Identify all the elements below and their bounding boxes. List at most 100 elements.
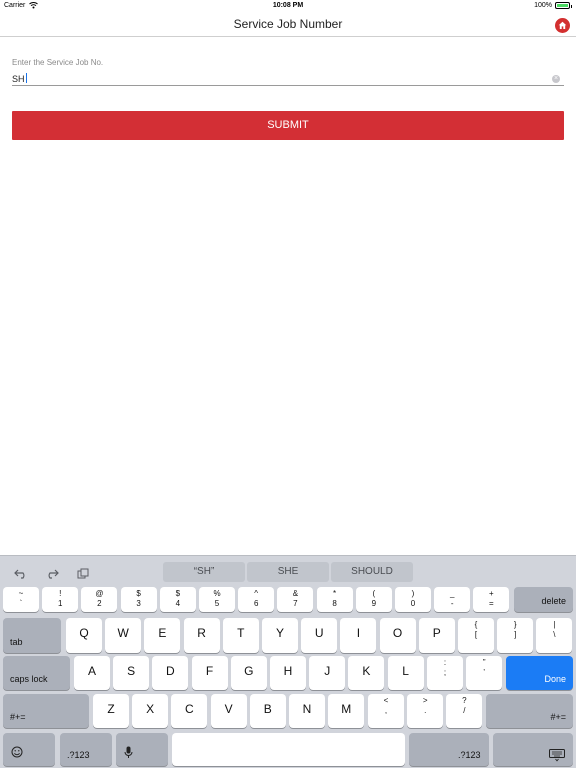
key-top-label: ! [59, 589, 62, 598]
key-top-label: ( [372, 589, 376, 598]
key-p[interactable]: P [418, 618, 455, 653]
key-x[interactable]: X [132, 694, 169, 728]
emoji-key[interactable] [3, 733, 55, 766]
key-num-4[interactable]: $4 [159, 587, 196, 612]
key-bracket-0[interactable]: {[ [458, 618, 494, 653]
key-bot-label: 8 [332, 599, 337, 608]
key-top-label: ^ [254, 589, 259, 598]
symbols-shift-right-label: #+= [550, 712, 566, 722]
key-bot-label: 1 [57, 599, 63, 608]
key-r[interactable]: R [183, 618, 220, 653]
key-n[interactable]: N [289, 694, 325, 728]
key-d[interactable]: D [152, 656, 189, 690]
hide-keyboard-key[interactable] [493, 733, 573, 766]
clear-icon[interactable]: × [552, 75, 560, 83]
battery-percent: 100% [534, 2, 552, 9]
key-num-1[interactable]: ! 1 [42, 587, 79, 612]
key-sym-1[interactable]: >. [407, 694, 444, 728]
symbols-shift-left-key[interactable]: #+= [3, 694, 89, 728]
key-t[interactable]: T [222, 618, 259, 653]
key-label: U [314, 626, 324, 640]
key-f[interactable]: F [191, 656, 228, 690]
key-bot-label: 4 [175, 599, 181, 608]
job-number-input[interactable]: SH × [12, 71, 564, 86]
key-a[interactable]: A [74, 656, 110, 690]
key-num-10[interactable]: ) 0 [395, 587, 431, 612]
key-l[interactable]: L [387, 656, 424, 690]
submit-button[interactable]: SUBMIT [12, 111, 564, 140]
key-sym-2[interactable]: ? / [446, 694, 483, 728]
key-top-label: : [443, 658, 447, 667]
key-num-0[interactable]: ~ ` [3, 587, 39, 612]
key-label: R [197, 626, 206, 640]
paste-icon[interactable] [77, 568, 89, 582]
key-w[interactable]: W [105, 618, 142, 653]
key-z[interactable]: Z [93, 694, 129, 728]
key-k[interactable]: K [348, 656, 385, 690]
home-button[interactable] [555, 18, 570, 33]
key-num-9[interactable]: (9 [355, 587, 392, 612]
tab-key[interactable]: tab [3, 618, 61, 653]
key-label: Z [107, 702, 115, 716]
done-key[interactable]: Done [506, 656, 573, 690]
key-h[interactable]: H [270, 656, 306, 690]
key-label: T [237, 626, 245, 640]
numbers-left-key[interactable]: .?123 [60, 733, 112, 766]
key-bracket-1[interactable]: }] [497, 618, 534, 653]
symbols-shift-right-key[interactable]: #+= [486, 694, 573, 728]
key-num-7[interactable]: & 7 [277, 587, 314, 612]
suggestion-2[interactable]: SHE [247, 562, 329, 582]
key-top-label: & [292, 589, 299, 598]
app-screen: Carrier 10:08 PM 100% Service Job Number… [0, 0, 576, 768]
symbols-shift-left-label: #+= [10, 712, 26, 722]
key-label: Q [79, 626, 89, 640]
key-s[interactable]: S [113, 656, 150, 690]
undo-icon[interactable] [14, 568, 28, 582]
key-bot-label: 3 [136, 599, 141, 608]
key-bot-label: 9 [371, 599, 377, 608]
numbers-right-key[interactable]: .?123 [409, 733, 489, 766]
key-v[interactable]: V [210, 694, 247, 728]
key-b[interactable]: B [249, 694, 286, 728]
job-number-value[interactable]: SH [12, 73, 27, 84]
key-bot-label: ; [443, 668, 447, 677]
key-j[interactable]: J [309, 656, 346, 690]
key-num-2[interactable]: @2 [81, 587, 118, 612]
key-i[interactable]: I [340, 618, 377, 653]
key-num-5[interactable]: % 5 [199, 587, 235, 612]
key-label: I [356, 626, 361, 640]
key-punct-1[interactable]: ”’ [466, 656, 503, 690]
key-num-3[interactable]: $3 [120, 587, 157, 612]
key-u[interactable]: U [301, 618, 338, 653]
key-o[interactable]: O [379, 618, 416, 653]
key-punct-0[interactable]: :; [427, 656, 463, 690]
key-label: W [117, 626, 129, 640]
key-label: K [362, 664, 371, 678]
key-num-6[interactable]: ^ 6 [238, 587, 275, 612]
suggestion-3[interactable]: SHOULD [331, 562, 413, 582]
house-icon [558, 21, 567, 29]
key-g[interactable]: G [230, 656, 267, 690]
key-sym-0[interactable]: <, [368, 694, 404, 728]
dictation-key[interactable] [116, 733, 168, 766]
suggestion-1[interactable]: “SH” [163, 562, 245, 582]
key-bracket-2[interactable]: | \ [536, 618, 573, 653]
key-top-label: * [333, 589, 337, 598]
delete-key[interactable]: delete [514, 587, 573, 612]
key-num-11[interactable]: _ - [434, 587, 471, 612]
key-top-label: ” [482, 658, 486, 667]
key-top-label: | [553, 620, 556, 629]
key-num-8[interactable]: * 8 [316, 587, 353, 612]
key-c[interactable]: C [171, 694, 208, 728]
key-num-12[interactable]: + = [473, 587, 510, 612]
key-bot-label: , [384, 706, 388, 715]
key-e[interactable]: E [144, 618, 181, 653]
key-q[interactable]: Q [66, 618, 102, 653]
battery-fill [557, 4, 568, 7]
key-bot-label: ` [19, 599, 23, 608]
key-y[interactable]: Y [262, 618, 298, 653]
redo-icon[interactable] [45, 568, 59, 582]
space-bar[interactable] [172, 733, 405, 766]
key-m[interactable]: M [328, 694, 365, 728]
caps-lock-key[interactable]: caps lock [3, 656, 70, 690]
